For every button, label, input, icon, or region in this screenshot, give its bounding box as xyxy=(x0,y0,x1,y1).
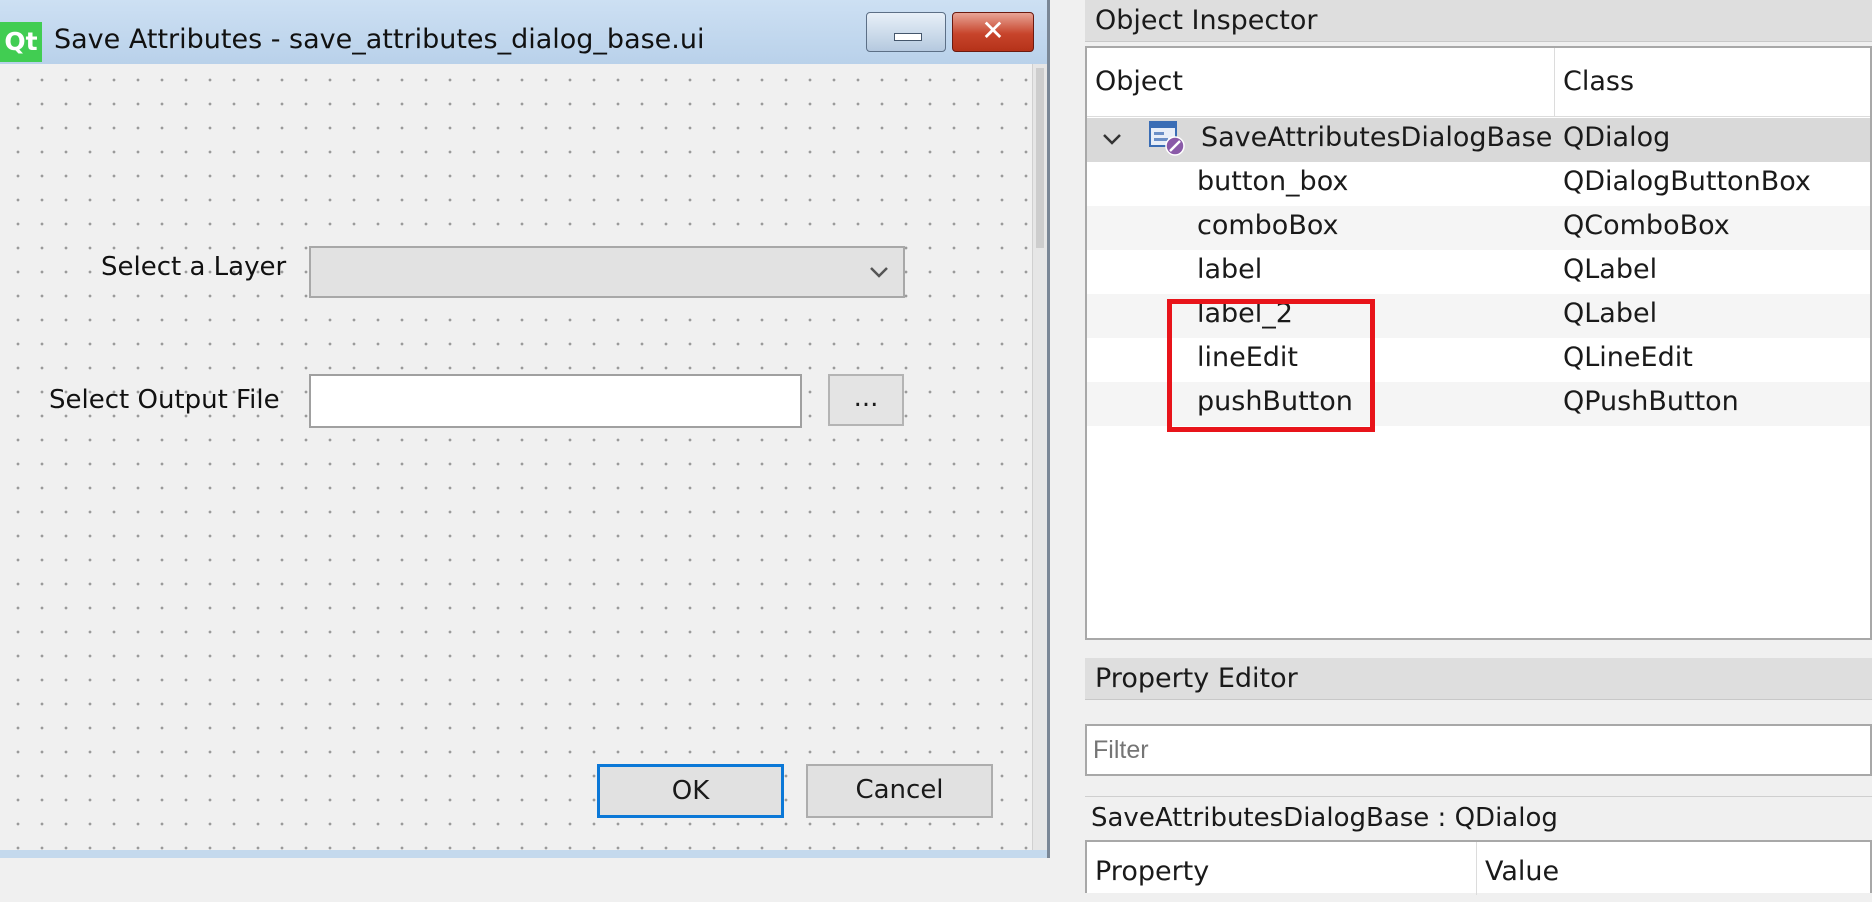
column-header-object[interactable]: Object xyxy=(1087,48,1555,116)
dock-area: Object Inspector Object Class SaveAttrib… xyxy=(1075,0,1872,895)
column-header-value[interactable]: Value xyxy=(1477,842,1872,895)
object-inspector-title[interactable]: Object Inspector xyxy=(1085,0,1872,42)
expand-arrow-icon[interactable] xyxy=(1099,126,1125,152)
form-canvas[interactable] xyxy=(0,64,1032,850)
tree-row-root[interactable]: SaveAttributesDialogBase QDialog xyxy=(1087,118,1870,162)
tree-item-class: QLabel xyxy=(1563,254,1658,285)
highlight-annotation-box xyxy=(1167,299,1375,432)
tree-item-name: comboBox xyxy=(1197,210,1339,241)
layer-label: Select a Layer xyxy=(101,252,287,282)
tree-row[interactable]: label QLabel xyxy=(1087,250,1870,294)
chevron-down-icon xyxy=(870,267,888,278)
output-file-label: Select Output File xyxy=(49,385,280,415)
property-editor-title[interactable]: Property Editor xyxy=(1085,658,1872,700)
close-button[interactable]: ✕ xyxy=(952,12,1034,52)
window-title-bar[interactable]: Qt Save Attributes - save_attributes_dia… xyxy=(0,0,1047,64)
property-filter-input[interactable] xyxy=(1085,724,1872,776)
property-editor-object-class: SaveAttributesDialogBase : QDialog xyxy=(1085,796,1872,838)
object-inspector-header: Object Class xyxy=(1087,48,1870,117)
minimize-button[interactable] xyxy=(866,12,946,52)
property-editor-header: Property Value xyxy=(1085,840,1872,895)
output-file-input[interactable] xyxy=(309,374,802,428)
tree-row[interactable]: button_box QDialogButtonBox xyxy=(1087,162,1870,206)
minimize-icon xyxy=(894,33,922,41)
column-header-property[interactable]: Property xyxy=(1087,842,1477,895)
window-title: Save Attributes - save_attributes_dialog… xyxy=(54,24,705,55)
browse-button[interactable]: ... xyxy=(828,374,904,426)
tree-item-name: button_box xyxy=(1197,166,1349,197)
cancel-button[interactable]: Cancel xyxy=(806,764,993,818)
tree-item-class: QDialogButtonBox xyxy=(1563,166,1811,197)
tree-item-class: QDialog xyxy=(1563,122,1671,153)
tree-item-class: QComboBox xyxy=(1563,210,1730,241)
tree-item-name: SaveAttributesDialogBase xyxy=(1201,122,1553,153)
layer-combobox[interactable] xyxy=(309,246,905,298)
tree-item-class: QLineEdit xyxy=(1563,342,1693,373)
tree-row[interactable]: comboBox QComboBox xyxy=(1087,206,1870,250)
column-header-class[interactable]: Class xyxy=(1555,48,1870,116)
qt-logo-icon: Qt xyxy=(0,22,42,62)
tree-item-class: QPushButton xyxy=(1563,386,1739,417)
tree-item-name: label xyxy=(1197,254,1263,285)
designer-form-window: Qt Save Attributes - save_attributes_dia… xyxy=(0,0,1050,858)
ok-button[interactable]: OK xyxy=(597,764,784,818)
form-scrollbar[interactable] xyxy=(1032,64,1047,850)
tree-item-class: QLabel xyxy=(1563,298,1658,329)
dialog-widget-icon xyxy=(1149,121,1185,156)
